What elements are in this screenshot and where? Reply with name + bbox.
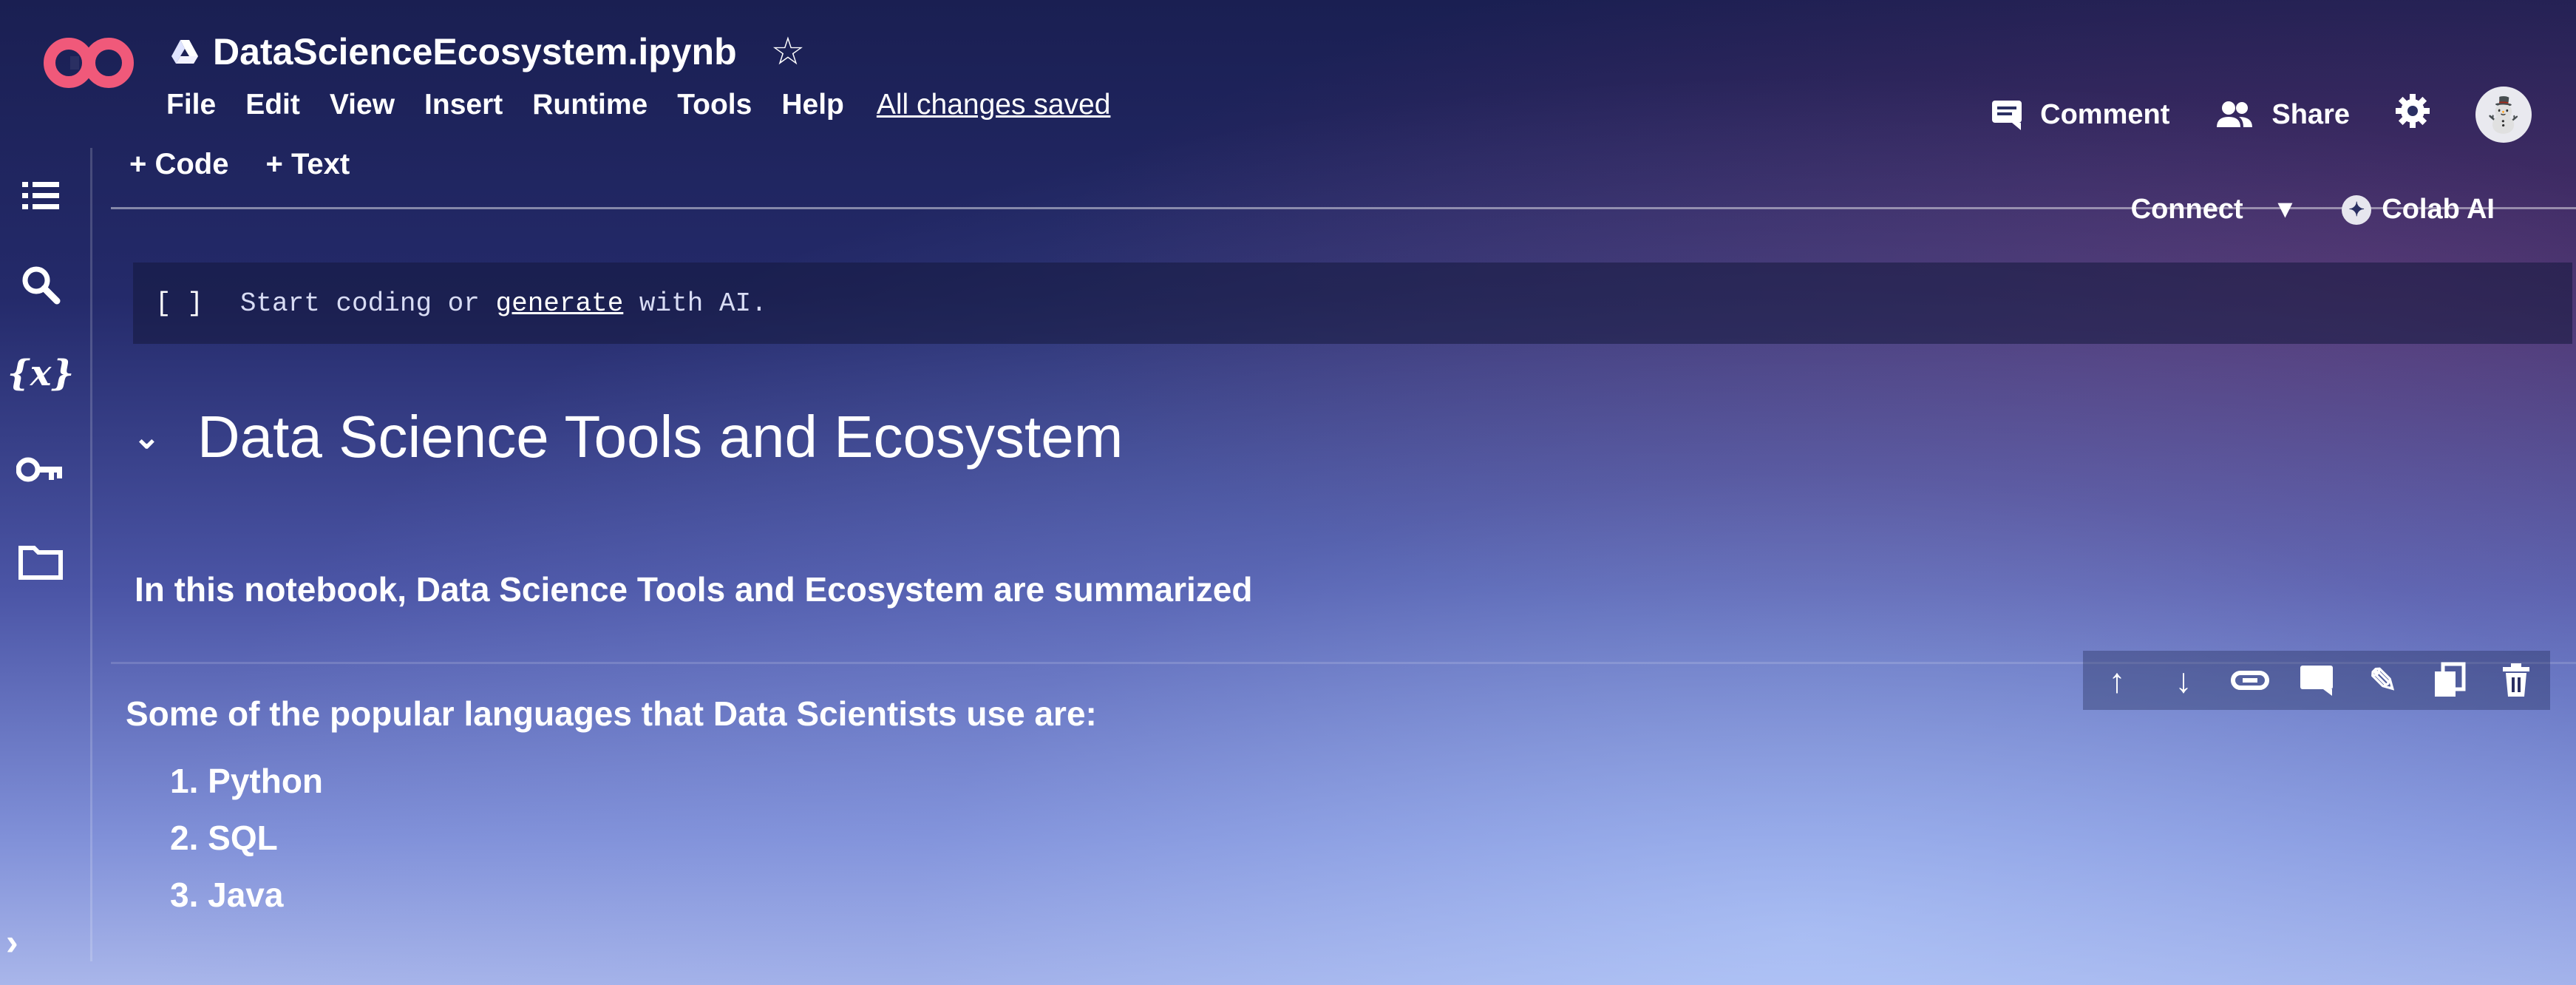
code-cell[interactable]: [ ] Start coding or generate with AI.	[133, 263, 2572, 344]
menu-tools[interactable]: Tools	[677, 89, 752, 121]
user-avatar-icon[interactable]: ⛄	[2475, 87, 2532, 143]
search-icon[interactable]	[15, 259, 67, 311]
share-label: Share	[2271, 98, 2350, 130]
add-cell-toolbar: + Code + Text	[129, 148, 350, 181]
expand-sidebar-icon[interactable]: ›	[6, 921, 18, 964]
list-item: 1. Python	[170, 762, 324, 800]
edit-icon[interactable]: ✎	[2364, 661, 2402, 700]
chevron-down-icon[interactable]: ▼	[2273, 195, 2298, 224]
key-icon[interactable]	[15, 444, 67, 495]
move-up-icon[interactable]: ↑	[2098, 661, 2136, 700]
intro-text: In this notebook, Data Science Tools and…	[135, 570, 1253, 609]
list-item: 3. Java	[170, 876, 284, 914]
section-heading-row: ⌄ Data Science Tools and Ecosystem	[133, 403, 1123, 471]
generate-link[interactable]: generate	[495, 288, 623, 319]
people-icon	[2217, 101, 2253, 127]
comment-button[interactable]: Comment	[1990, 98, 2169, 132]
colab-ai-icon: ✦	[2342, 194, 2372, 225]
code-cell-placeholder-prefix: Start coding or	[239, 288, 480, 319]
notebook-title[interactable]: DataScienceEcosystem.ipynb	[213, 30, 737, 73]
star-icon[interactable]: ☆	[771, 30, 806, 74]
menu-bar: File Edit View Insert Runtime Tools Help…	[166, 83, 1110, 127]
variables-icon[interactable]: {x}	[7, 348, 74, 399]
share-button[interactable]: Share	[2214, 98, 2350, 132]
menu-edit[interactable]: Edit	[245, 89, 300, 121]
colab-logo[interactable]	[41, 30, 137, 96]
chevron-collapse-icon[interactable]: ⌄	[133, 419, 160, 456]
menu-view[interactable]: View	[330, 89, 395, 121]
folder-icon[interactable]	[15, 536, 67, 588]
connect-button[interactable]: Connect ▼	[2131, 194, 2298, 226]
google-drive-icon[interactable]	[170, 37, 200, 67]
cell-toolbar: ↑ ↓ ✎	[2083, 651, 2550, 710]
delete-icon[interactable]	[2497, 661, 2535, 700]
languages-list: 1. Python 2. SQL 3. Java	[170, 753, 323, 924]
run-cell-button[interactable]: [ ]	[155, 288, 203, 319]
menu-insert[interactable]: Insert	[424, 89, 503, 121]
comment-icon	[1992, 101, 2022, 130]
list-item: 2. SQL	[170, 819, 278, 857]
link-icon[interactable]	[2231, 661, 2269, 700]
table-of-contents-icon[interactable]	[15, 170, 67, 222]
colab-ai-label: Colab AI	[2382, 194, 2495, 225]
sidebar-divider	[90, 148, 92, 961]
title-row: DataScienceEcosystem.ipynb ☆	[170, 22, 805, 81]
runtime-controls: Connect ▼ ✦ Colab AI	[2131, 194, 2495, 226]
connect-label: Connect	[2130, 194, 2243, 225]
section-heading: Data Science Tools and Ecosystem	[197, 404, 1124, 470]
comment-label: Comment	[2040, 98, 2170, 130]
mirror-cell-icon[interactable]	[2430, 661, 2469, 700]
gear-icon[interactable]	[2394, 92, 2431, 137]
move-down-icon[interactable]: ↓	[2164, 661, 2203, 700]
code-cell-placeholder-suffix: with AI.	[639, 288, 767, 319]
add-code-button[interactable]: + Code	[129, 148, 228, 181]
colab-ai-button[interactable]: ✦ Colab AI	[2342, 194, 2495, 226]
comment-icon[interactable]	[2297, 661, 2336, 700]
languages-title: Some of the popular languages that Data …	[126, 694, 1097, 733]
menu-file[interactable]: File	[166, 89, 216, 121]
menu-help[interactable]: Help	[781, 89, 844, 121]
menu-runtime[interactable]: Runtime	[532, 89, 648, 121]
add-text-button[interactable]: + Text	[265, 148, 350, 181]
header-actions: Comment Share ⛄	[1990, 87, 2532, 143]
save-status-link[interactable]: All changes saved	[877, 89, 1111, 121]
left-sidebar: {x}	[0, 148, 81, 985]
